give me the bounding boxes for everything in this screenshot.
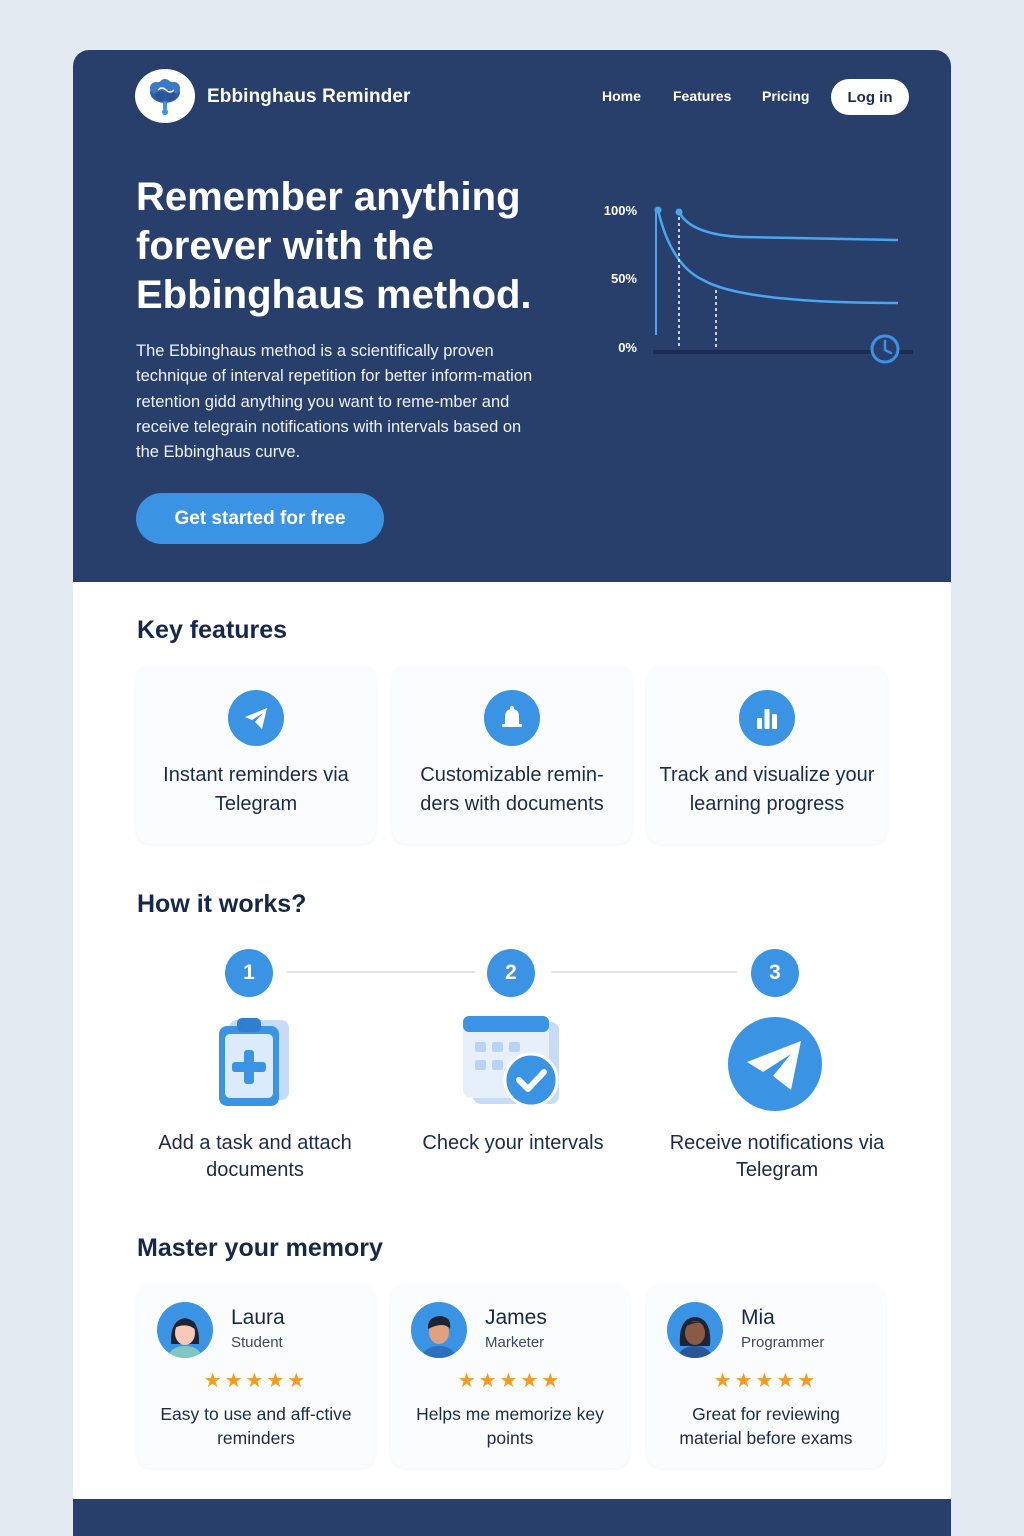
hero-section: Ebbinghaus Reminder Home Features Pricin… — [73, 50, 951, 582]
review-text: Great for reviewing material before exam… — [679, 1404, 853, 1448]
curve-label-100: 100% — [604, 203, 638, 218]
brand-name: Ebbinghaus Reminder — [207, 86, 411, 107]
nav-features[interactable]: Features — [673, 88, 731, 104]
feature-card-reminders: Customizable remin-ders with documents — [392, 666, 632, 844]
login-button[interactable]: Log in — [831, 79, 909, 115]
calendar-check-icon — [463, 1016, 559, 1108]
avatar — [157, 1302, 213, 1358]
review-card-james: James Marketer ★★★★★ Helps me memorize k… — [391, 1284, 629, 1468]
star-rating: ★★★★★ — [713, 1370, 819, 1392]
review-card-mia: Mia Programmer ★★★★★ Great for reviewing… — [647, 1284, 885, 1468]
telegram-icon — [228, 690, 284, 746]
feature-label: Customizable remin-ders with documents — [420, 764, 604, 815]
reviewer-role: Marketer — [485, 1334, 545, 1351]
nav-home[interactable]: Home — [602, 88, 641, 104]
feature-label: Instant reminders via Telegram — [163, 764, 349, 815]
hero-description: The Ebbinghaus method is a scientificall… — [136, 342, 533, 462]
reviewer-role: Programmer — [741, 1334, 825, 1351]
forgetting-curve-graphic: 100% 50% 0% — [604, 203, 913, 364]
step-label-3: Receive notifications via Telegram — [669, 1132, 885, 1181]
step-number-2: 2 — [487, 949, 535, 997]
bell-icon — [484, 690, 540, 746]
curve-label-50: 50% — [611, 271, 637, 286]
hero-title: Remember anything forever with the Ebbin… — [136, 175, 532, 317]
reviewer-name: Laura — [231, 1306, 285, 1329]
feature-card-telegram: Instant reminders via Telegram — [136, 666, 376, 844]
review-card-laura: Laura Student ★★★★★ Easy to use and aff-… — [137, 1284, 375, 1468]
step-number-1: 1 — [225, 949, 273, 997]
telegram-icon — [728, 1017, 822, 1111]
reviewer-name: James — [485, 1306, 547, 1329]
how-it-works-title: How it works? — [137, 890, 307, 918]
page-frame: Ebbinghaus Reminder Home Features Pricin… — [73, 50, 951, 1536]
step-label-2: Check your intervals — [422, 1132, 604, 1154]
feature-card-progress: Track and visualize your learning progre… — [647, 666, 887, 844]
review-text: Easy to use and aff-ctive reminders — [160, 1404, 352, 1448]
step-connector — [287, 971, 475, 973]
get-started-button[interactable]: Get started for free — [136, 493, 384, 544]
step-connector — [551, 971, 737, 973]
feature-label: Track and visualize your learning progre… — [659, 764, 875, 815]
curve-label-0: 0% — [618, 340, 637, 355]
reviewer-name: Mia — [741, 1306, 775, 1329]
footer-band — [73, 1499, 951, 1536]
features-title: Key features — [137, 616, 288, 644]
avatar — [411, 1302, 467, 1358]
logo[interactable] — [135, 69, 195, 123]
avatar — [667, 1302, 723, 1358]
review-text: Helps me memorize key points — [416, 1404, 604, 1448]
reviewer-role: Student — [231, 1334, 283, 1351]
star-rating: ★★★★★ — [457, 1370, 563, 1392]
brain-icon — [150, 79, 180, 115]
step-number-3: 3 — [751, 949, 799, 997]
nav-pricing[interactable]: Pricing — [762, 88, 809, 104]
bar-chart-icon — [739, 690, 795, 746]
forgetting-curve-line — [656, 209, 899, 305]
step-label-1: Add a task and attach documents — [158, 1132, 352, 1181]
reviews-title: Master your memory — [137, 1234, 383, 1262]
clipboard-add-icon — [219, 1018, 289, 1106]
clock-icon — [870, 334, 900, 364]
retention-curve-line — [677, 211, 899, 242]
star-rating: ★★★★★ — [203, 1370, 309, 1392]
